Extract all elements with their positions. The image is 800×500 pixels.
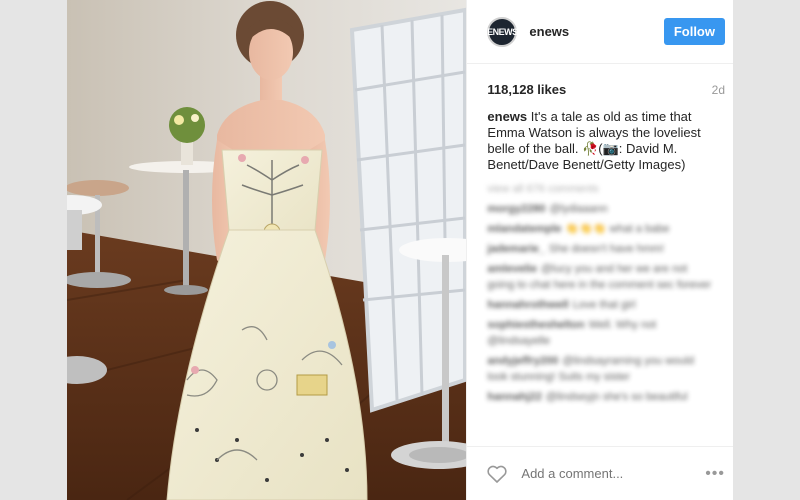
comment-username[interactable]: hannahrothwell [487,299,568,311]
comment-item: hannahrothwell Love that girl [487,297,713,313]
comments-list: view all 676 comments morgy2280 @lydiaaan… [467,173,733,446]
comment-item: jademarie_ She doesn't have hmm! [487,241,713,257]
comment-text: 👏👏👏 what a babe [565,223,670,235]
comment-text: Love that girl [572,299,636,311]
comment-text: She doesn't have hmm! [548,243,665,255]
post-photo-illustration [67,0,467,500]
comment-username[interactable]: sophiestheshelton [487,319,584,331]
comment-username[interactable]: mlandatemple [487,223,561,235]
post-caption: enews It's a tale as old as time that Em… [467,97,733,173]
comment-item: morgy2280 @lydiaaann [487,201,713,217]
account-avatar[interactable]: ENEWS [487,16,518,47]
comment-bar: ••• [467,446,733,500]
likes-count[interactable]: 118,128 likes [487,82,566,97]
instagram-post: ENEWS enews Follow 118,128 likes 2d enew… [67,0,733,500]
comment-item: mlandatemple 👏👏👏 what a babe [487,221,713,237]
view-all-comments-link[interactable]: view all 676 comments [487,181,713,197]
post-header: ENEWS enews Follow [467,0,733,64]
ellipsis-icon[interactable]: ••• [705,465,725,483]
view-all-comments-label: view all 676 comments [487,183,599,195]
comment-username[interactable]: hannahj22 [487,391,541,403]
comment-item: amlevelie @lucy you and her we are not go… [487,261,713,293]
follow-button[interactable]: Follow [663,18,725,45]
comment-item: sophiestheshelton Well. Why not @lindsaye… [487,317,713,349]
post-meta: 118,128 likes 2d [467,64,733,97]
caption-username[interactable]: enews [487,109,527,124]
post-side-panel: ENEWS enews Follow 118,128 likes 2d enew… [466,0,733,500]
post-photo[interactable] [67,0,467,500]
comment-item: hannahj22 @lindseyjn she's so beautiful [487,389,713,405]
comment-text: @lindseyjn she's so beautiful [545,391,688,403]
heart-outline-icon[interactable] [487,464,508,484]
comment-username[interactable]: amlevelie [487,263,537,275]
comment-username[interactable]: jademarie_ [487,243,544,255]
comment-username[interactable]: andyjeffry200 [487,355,558,367]
comment-item: andyjeffry200 @lindsayraming you would lo… [487,353,713,385]
post-age[interactable]: 2d [712,83,725,97]
comment-text: @lydiaaann [549,203,608,215]
add-comment-input[interactable] [519,465,706,482]
comment-username[interactable]: morgy2280 [487,203,545,215]
account-username[interactable]: enews [529,24,663,39]
